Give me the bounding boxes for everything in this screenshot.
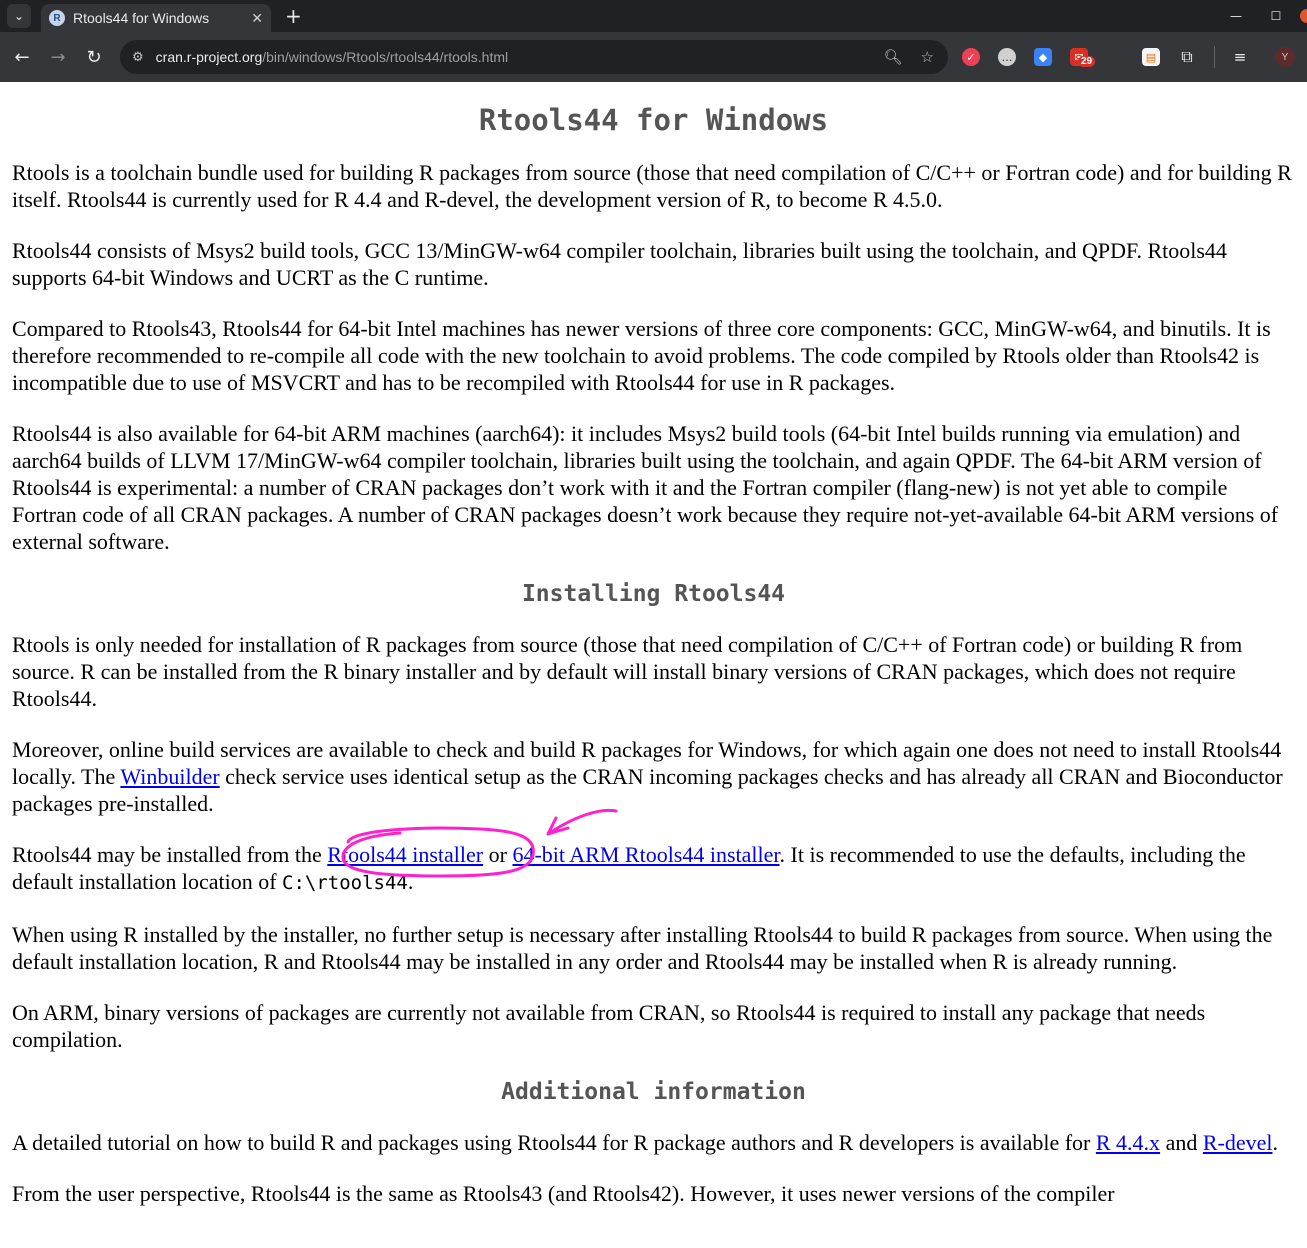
tab-search-button[interactable]: ⌄	[7, 4, 31, 28]
hidden-extension-slot	[1106, 48, 1124, 66]
browser-toolbar: ← → ↻ ⚙ cran.r-project.org/bin/windows/R…	[0, 32, 1307, 82]
toolbar-divider	[1214, 46, 1215, 68]
mail-count-badge: 29	[1078, 56, 1096, 67]
tab-close-icon[interactable]: ✕	[251, 10, 263, 27]
url-path: /bin/windows/Rtools/rtools44/rtools.html	[262, 49, 509, 65]
chat-extension-icon[interactable]: …	[998, 48, 1016, 66]
minimize-icon[interactable]: —	[1216, 9, 1256, 23]
r-devel-link[interactable]: R-devel	[1203, 1130, 1273, 1155]
address-bar[interactable]: ⚙ cran.r-project.org/bin/windows/Rtools/…	[120, 40, 948, 74]
additional-info-heading: Additional information	[501, 1079, 806, 1105]
online-services-paragraph: Moreover, online build services are avai…	[12, 736, 1295, 817]
pocket-icon[interactable]: ✓	[962, 48, 980, 66]
document-extension-icon[interactable]: ▤	[1142, 48, 1160, 66]
tab-rtools44[interactable]: R Rtools44 for Windows ✕	[41, 4, 271, 32]
comparison-paragraph: Compared to Rtools43, Rtools44 for 64-bi…	[12, 316, 1271, 395]
arm-binary-paragraph: On ARM, binary versions of packages are …	[12, 1000, 1206, 1052]
install-need-paragraph: Rtools is only needed for installation o…	[12, 632, 1243, 711]
arm-paragraph: Rtools44 is also available for 64-bit AR…	[12, 421, 1279, 554]
chevron-down-icon: ⌄	[13, 8, 25, 23]
installer-paragraph: Rtools44 may be installed from the Rtool…	[12, 841, 1295, 897]
install-path-code: C:\rtools44	[282, 872, 408, 894]
rtools44-installer-link[interactable]: Rtools44 installer	[327, 842, 483, 867]
text-span: and	[1160, 1130, 1203, 1155]
reload-icon[interactable]: ↻	[76, 47, 112, 68]
text-span: A detailed tutorial on how to build R an…	[12, 1130, 1096, 1155]
installing-heading: Installing Rtools44	[521, 581, 786, 607]
zoom-icon[interactable]: 🔍︎	[884, 48, 903, 66]
forward-arrow-icon[interactable]: →	[40, 47, 76, 68]
page-content: Rtools44 for Windows Rtools is a toolcha…	[0, 106, 1307, 1207]
text-span: Rtools44 may be installed from the	[12, 842, 328, 867]
text-span: or	[483, 842, 513, 867]
reading-list-icon[interactable]: ≡	[1231, 48, 1249, 66]
extensions-area: ✓ … ◆ ✉29 ▤ ⧉ ≡ Y ⋮	[962, 32, 1307, 82]
tutorial-paragraph: A detailed tutorial on how to build R an…	[12, 1129, 1295, 1156]
winbuilder-link[interactable]: Winbuilder	[120, 764, 219, 789]
back-arrow-icon[interactable]: ←	[4, 47, 40, 68]
text-span: .	[1272, 1130, 1278, 1155]
page-title: Rtools44 for Windows	[478, 103, 829, 137]
r-favicon-icon: R	[49, 10, 65, 26]
bookmark-star-icon[interactable]: ☆	[921, 48, 934, 66]
site-info-icon[interactable]: ⚙	[132, 50, 144, 65]
r44x-link[interactable]: R 4.4.x	[1096, 1130, 1160, 1155]
tab-strip: ⌄ R Rtools44 for Windows ✕ + — ☐	[0, 0, 1307, 32]
text-span: .	[407, 869, 414, 894]
url-host: cran.r-project.org	[155, 49, 263, 65]
extensions-puzzle-icon[interactable]: ⧉	[1178, 47, 1196, 66]
arm-installer-link[interactable]: 64-bit ARM Rtools44 installer	[512, 842, 779, 867]
components-paragraph: Rtools44 consists of Msys2 build tools, …	[12, 238, 1227, 290]
setup-paragraph: When using R installed by the installer,…	[12, 922, 1273, 974]
mail-extension-icon[interactable]: ✉29	[1070, 48, 1096, 67]
window-close-icon[interactable]	[1300, 9, 1307, 23]
user-perspective-paragraph: From the user perspective, Rtools44 is t…	[12, 1181, 1115, 1206]
shield-extension-icon[interactable]: ◆	[1034, 48, 1052, 66]
new-tab-button[interactable]: +	[285, 4, 302, 28]
profile-avatar[interactable]: Y	[1275, 47, 1295, 67]
tab-title: Rtools44 for Windows	[73, 10, 210, 26]
intro-paragraph: Rtools is a toolchain bundle used for bu…	[12, 160, 1292, 212]
window-controls: — ☐	[1216, 0, 1307, 32]
maximize-icon[interactable]: ☐	[1256, 9, 1296, 23]
